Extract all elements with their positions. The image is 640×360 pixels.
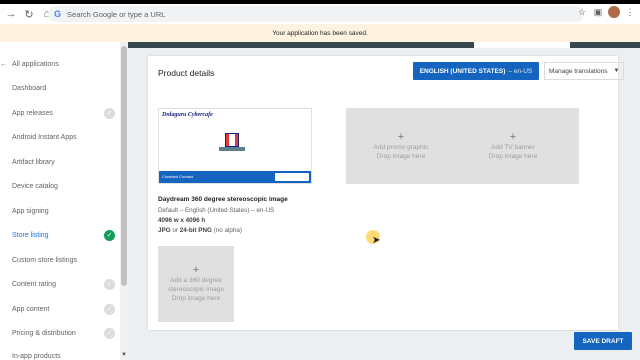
feature-graphic-thumbnail[interactable]: Dnlaguru Cybercafe Constant Contact [158,108,312,184]
sidebar-item-label: Dashboard [12,84,47,92]
sidebar-item-label: In-app products [12,352,61,360]
sidebar-item-in-app-products[interactable]: In-app products [0,344,120,360]
sidebar-item-android-instant-apps[interactable]: Android Instant Apps [0,125,120,149]
dropzone-title: Add a 360 degree [170,277,222,284]
feature-graphic-stand [219,147,245,151]
browser-toolbar: → ↻ ⌂ G Search Google or type a URL ☆ ▣ … [0,4,640,24]
sidebar-item-dashboard[interactable]: Dashboard [0,76,120,100]
promo-graphic-dropzone[interactable]: + Add promo graphic Drop image here [346,108,456,184]
check-icon: ✓ [104,278,115,290]
check-icon: ✓ [104,327,115,339]
vr-image-title: Daydream 360 degree stereoscopic image [158,196,288,203]
sidebar-item-app-signing[interactable]: App signing [0,199,120,223]
sidebar-item-content-rating[interactable]: Content rating ✓ [0,272,120,296]
feature-graphic-brand: Constant Contact [162,174,193,179]
address-placeholder: Search Google or type a URL [67,9,166,19]
address-bar[interactable]: G Search Google or type a URL [48,6,584,22]
arrow-back-icon[interactable]: → [4,7,18,21]
sidebar-item-label: Android Instant Apps [12,133,77,141]
save-draft-button[interactable]: SAVE DRAFT [574,332,632,350]
manage-translations-dropdown[interactable]: Manage translations ▼ [544,62,624,80]
saved-message: Your application has been saved. [272,29,368,37]
dropzone-hint: Drop image here [376,152,426,160]
sidebar-item-label: App signing [12,207,49,215]
sidebar-item-label: All applications [12,60,59,68]
google-icon: G [54,9,62,19]
sidebar-item-all-applications[interactable]: ← All applications [0,52,120,76]
sidebar-scrollbar[interactable]: ▼ [120,42,128,360]
sidebar-item-label: Custom store listings [12,256,77,264]
manage-translations-label: Manage translations [549,67,608,75]
feature-graphic-button [275,173,309,181]
saved-notification-banner: Your application has been saved. [0,24,640,42]
sidebar-item-artifact-library[interactable]: Artifact library [0,150,120,174]
plus-icon: + [509,130,517,143]
sidebar: ← All applications Dashboard App release… [0,42,128,360]
sidebar-item-custom-store-listings[interactable]: Custom store listings [0,248,120,272]
language-code: – en-US [508,67,533,75]
sidebar-item-label: Device catalog [12,182,58,190]
feature-graphic-figure [225,133,239,147]
sidebar-item-label: App content [12,305,50,313]
dropzone-title: Add promo graphic [373,143,429,151]
avatar[interactable] [608,6,620,18]
browser-extensions: ☆ ▣ ⋮ [576,6,636,18]
mouse-pointer-icon: ➤ [372,235,381,246]
product-details-card: Product details ENGLISH (UNITED STATES) … [148,56,624,330]
sidebar-item-store-listing[interactable]: Store listing ✓ [0,223,120,247]
tv-banner-dropzone[interactable]: + Add TV banner Drop image here [447,108,579,184]
reload-icon[interactable]: ↻ [22,7,36,21]
more-menu-icon[interactable]: ⋮ [624,6,636,18]
main-content: Product details ENGLISH (UNITED STATES) … [128,42,640,360]
sidebar-item-label: Artifact library [12,158,55,166]
sidebar-item-device-catalog[interactable]: Device catalog [0,174,120,198]
sidebar-item-app-releases[interactable]: App releases ✓ [0,101,120,125]
scrollbar-thumb[interactable] [121,46,127,286]
scroll-down-icon[interactable]: ▼ [121,352,127,358]
sidebar-item-app-content[interactable]: App content ✓ [0,297,120,321]
feature-graphic-title: Dnlaguru Cybercafe [162,112,213,118]
check-done-icon: ✓ [104,229,115,241]
feature-graphic-footer: Constant Contact [159,171,311,183]
sidebar-item-pricing-distribution[interactable]: Pricing & distribution ✓ [0,321,120,345]
arrow-back-icon: ← [0,60,7,68]
dropzone-hint: Drop image here [488,152,538,160]
sidebar-item-label: Pricing & distribution [12,329,76,337]
vr-image-default-language: Default – English (United States) – en-U… [158,207,275,214]
vr-image-format: JPG or 24-bit PNG (no alpha) [158,227,243,234]
vr-image-dropzone[interactable]: + Add a 360 degree stereoscopic image Dr… [158,246,234,322]
plus-icon: + [192,264,200,276]
vr-image-size: 4096 w x 4096 h [158,217,206,224]
dropdown-arrow-icon: ▼ [613,68,620,74]
dropzone-title: Add TV banner [491,143,535,151]
dropzone-hint: Drop image here [171,295,221,302]
check-icon: ✓ [104,107,115,119]
sidebar-item-label: App releases [12,109,53,117]
extension-icon[interactable]: ▣ [592,6,604,18]
star-icon[interactable]: ☆ [576,6,588,18]
main-background: Product details ENGLISH (UNITED STATES) … [128,48,640,360]
language-label: ENGLISH (UNITED STATES) [419,67,506,75]
sidebar-item-label: Content rating [12,280,56,288]
plus-icon: + [397,130,405,143]
check-icon: ✓ [104,303,115,315]
dropzone-title-2: stereoscopic image [168,286,224,293]
sidebar-item-label: Store listing [12,231,49,239]
card-title: Product details [158,68,215,78]
language-button[interactable]: ENGLISH (UNITED STATES) – en-US [413,62,539,80]
